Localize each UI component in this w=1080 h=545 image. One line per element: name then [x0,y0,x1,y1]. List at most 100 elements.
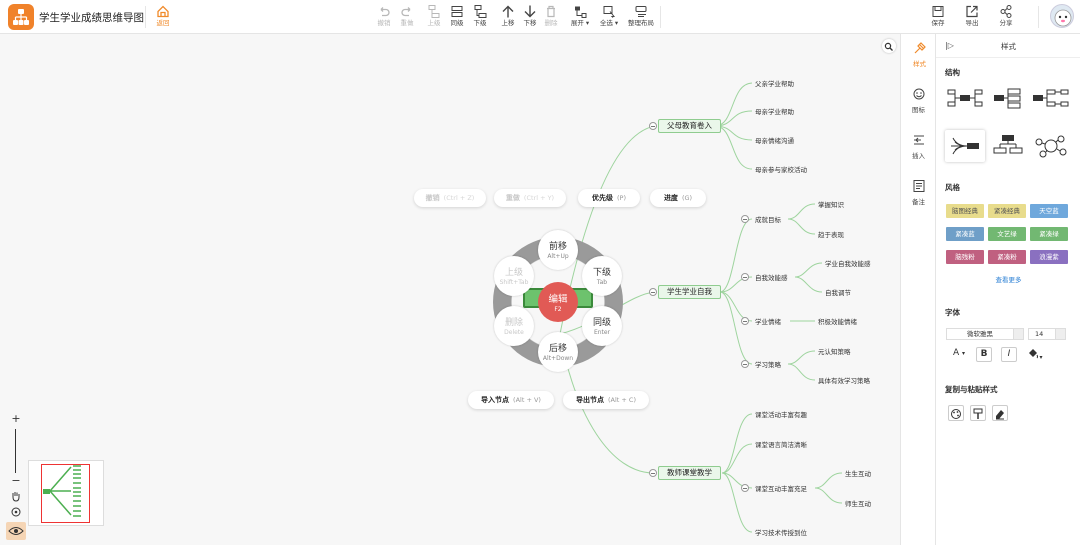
leaf-node[interactable]: 具体有效学习策略 [818,375,870,385]
back-button[interactable]: 返回 [152,4,174,30]
leaf-node[interactable]: 师生互动 [845,498,871,508]
theme-option[interactable]: 天空蓝 [1030,204,1068,218]
sibling-option[interactable]: 同级 Enter [582,306,622,346]
structure-option-tree[interactable] [988,130,1028,162]
font-size-select[interactable]: 14 [1028,328,1066,340]
theme-option[interactable]: 紧凑绿 [1030,227,1068,241]
minimap-viewport[interactable] [41,464,90,523]
mindmap-canvas[interactable]: 父母教育卷入 父亲学业帮助 母亲学业帮助 母亲情绪沟通 母亲参与家校活动 学生学… [0,34,900,545]
insert-child-button[interactable]: 下级 [470,4,490,30]
leaf-node[interactable]: 元认知策略 [818,346,851,356]
share-button[interactable]: 分享 [996,4,1016,30]
leaf-node[interactable]: 课堂语言简洁清晰 [755,439,807,449]
sub-node[interactable]: 自我效能感 [755,272,788,282]
insert-parent-button[interactable]: 上级 [424,4,444,30]
italic-button[interactable]: I [1001,347,1017,362]
user-avatar[interactable] [1050,4,1074,28]
leaf-node[interactable]: 趋于表现 [818,229,844,239]
sub-node[interactable]: 课堂互动丰富充足 [755,483,807,493]
structure-option-bubble[interactable] [1031,130,1071,162]
leaf-node[interactable]: 学习技术传授到位 [755,527,807,537]
collapse-toggle[interactable] [741,484,749,492]
structure-option-mindmap[interactable] [945,82,985,114]
structure-option-org[interactable] [1031,82,1071,114]
leaf-node[interactable]: 学业自我效能感 [825,258,871,268]
minimap[interactable] [28,460,104,526]
leaf-node[interactable]: 积极效能情绪 [818,316,857,326]
move-prev-option[interactable]: 前移 Alt+Up [538,230,578,270]
redo-button[interactable]: 重做 [397,4,417,30]
move-next-option[interactable]: 后移 Alt+Down [538,332,578,372]
copy-style-button[interactable] [948,405,964,421]
sub-node[interactable]: 成就目标 [755,214,781,224]
edit-button[interactable]: 编辑 F2 [538,282,578,322]
move-down-button[interactable]: 下移 [520,4,540,30]
leaf-node[interactable]: 父亲学业帮助 [755,78,794,88]
collapse-toggle[interactable] [649,469,657,477]
bold-button[interactable]: B [976,347,992,362]
sub-node[interactable]: 学业情绪 [755,316,781,326]
leaf-node[interactable]: 课堂活动丰富有趣 [755,409,807,419]
leaf-node[interactable]: 母亲参与家校活动 [755,164,807,174]
delete-option[interactable]: 删除 Delete [494,306,534,346]
structure-option-right[interactable] [988,82,1028,114]
export-button[interactable]: 导出 [962,4,982,30]
clear-style-button[interactable] [992,405,1008,421]
locate-icon[interactable] [9,506,23,520]
export-node-pill[interactable]: 导出节点 (Alt + C) [563,391,649,409]
theme-option[interactable]: 文艺绿 [988,227,1026,241]
branch-node[interactable]: 父母教育卷入 [658,119,721,133]
minimap-toggle[interactable] [6,522,26,540]
font-color-button[interactable]: A ▾ [948,347,970,362]
paste-style-button[interactable] [970,405,986,421]
collapse-toggle[interactable] [649,288,657,296]
parent-option[interactable]: 上级 Shift+Tab [494,256,534,296]
theme-option[interactable]: 脑残粉 [946,250,984,264]
import-node-pill[interactable]: 导入节点 (Alt + V) [468,391,554,409]
move-up-button[interactable]: 上移 [498,4,518,30]
tab-note[interactable]: 备注 [901,172,936,218]
theme-option[interactable]: 紧凑蓝 [946,227,984,241]
collapse-toggle[interactable] [741,273,749,281]
theme-option[interactable]: 紧凑粉 [988,250,1026,264]
collapse-toggle[interactable] [741,317,749,325]
theme-option[interactable]: 浪漫紫 [1030,250,1068,264]
leaf-node[interactable]: 母亲学业帮助 [755,106,794,116]
leaf-node[interactable]: 母亲情绪沟通 [755,135,794,145]
branch-node[interactable]: 教师课堂教学 [658,466,721,480]
delete-button[interactable]: 删除 [541,4,561,30]
collapse-toggle[interactable] [741,360,749,368]
child-option[interactable]: 下级 Tab [582,256,622,296]
zoom-out-button[interactable]: − [9,474,23,488]
leaf-node[interactable]: 生生互动 [845,468,871,478]
view-more-link[interactable]: 查看更多 [936,274,1080,284]
redo-pill[interactable]: 重做 (Ctrl + Y) [494,189,566,207]
zoom-in-button[interactable]: + [9,412,23,426]
priority-pill[interactable]: 优先级 (P) [578,189,640,207]
undo-button[interactable]: 撤销 [374,4,394,30]
expand-dropdown[interactable]: 展开 ▾ [568,4,592,30]
progress-pill[interactable]: 进度 (G) [650,189,706,207]
leaf-node[interactable]: 自我调节 [825,287,851,297]
sub-node[interactable]: 学习策略 [755,359,781,369]
save-button[interactable]: 保存 [928,4,948,30]
insert-sibling-button[interactable]: 同级 [447,4,467,30]
leaf-node[interactable]: 掌握知识 [818,199,844,209]
zoom-slider[interactable] [15,429,16,473]
arrange-layout-button[interactable]: 整理布局 [627,4,655,30]
structure-option-fishbone[interactable] [945,130,985,162]
theme-option[interactable]: 紧凑经典 [988,204,1026,218]
branch-node[interactable]: 学生学业自我 [658,285,721,299]
search-button[interactable] [882,39,896,53]
hand-icon[interactable] [9,490,23,504]
tab-insert[interactable]: 插入 [901,126,936,172]
font-family-select[interactable]: 微软雅黑 [946,328,1024,340]
collapse-toggle[interactable] [741,215,749,223]
undo-pill[interactable]: 撤销 (Ctrl + Z) [414,189,486,207]
collapse-toggle[interactable] [649,122,657,130]
tab-style[interactable]: 样式 [901,34,936,80]
fill-color-button[interactable]: ▾ [1024,347,1046,362]
select-all-dropdown[interactable]: 全选 ▾ [597,4,621,30]
tab-icon[interactable]: 图标 [901,80,936,126]
app-logo[interactable] [8,4,34,30]
